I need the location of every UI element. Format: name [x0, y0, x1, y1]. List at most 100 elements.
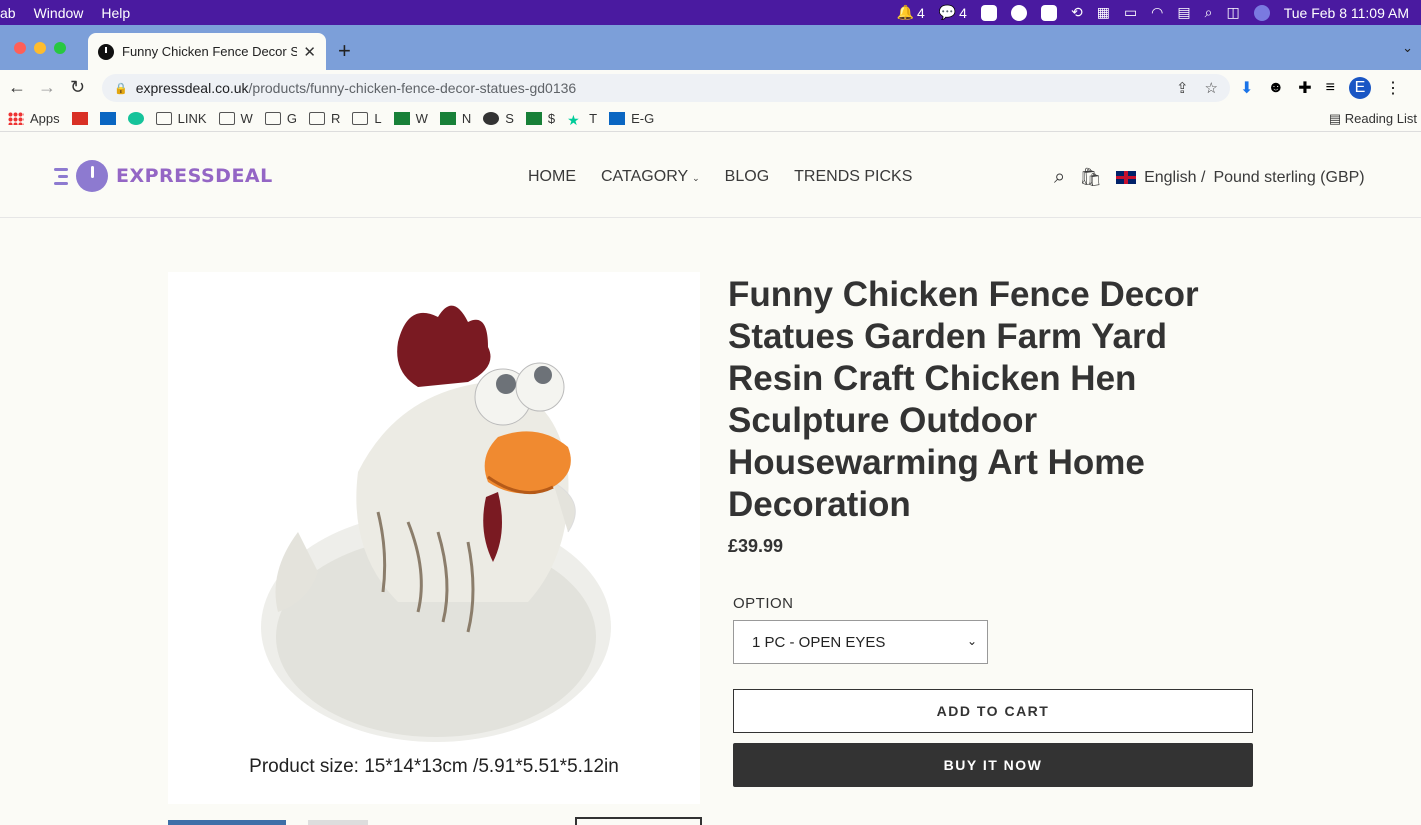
thumbnail-2[interactable]	[308, 820, 368, 825]
bookmark-sheet-w[interactable]: W	[393, 111, 428, 126]
product-price: £39.99	[728, 536, 784, 556]
siri-icon[interactable]	[1253, 4, 1270, 21]
control-center-icon[interactable]: ◫	[1226, 4, 1239, 21]
bookmark-sheet-n[interactable]: N	[439, 111, 472, 126]
url-host: expressdeal.co.uk	[135, 80, 249, 96]
profile-avatar[interactable]: E	[1349, 77, 1371, 99]
menubar-clock[interactable]: Tue Feb 8 11:09 AM	[1284, 5, 1409, 21]
site-logo[interactable]: EXPRESSDEAL	[54, 160, 273, 192]
folder-icon	[155, 112, 172, 125]
uk-flag-icon	[1116, 171, 1137, 184]
bookmark-label: N	[461, 111, 472, 126]
folder-icon	[218, 112, 235, 125]
back-arrow-icon[interactable]: ←	[8, 77, 26, 98]
share-icon[interactable]: ⇪	[1176, 79, 1189, 97]
bookmark-label: G	[286, 111, 297, 126]
bookmark-label: S	[505, 111, 514, 126]
product-image[interactable]: Product size: 15*14*13cm /5.91*5.51*5.12…	[168, 272, 700, 804]
nav-blog[interactable]: BLOG	[725, 168, 769, 186]
wifi-icon[interactable]: ◠	[1151, 4, 1163, 21]
reading-list-button[interactable]: ▤ Reading List	[1329, 111, 1417, 127]
menu-window[interactable]: Window	[34, 5, 84, 21]
logo-clock-icon	[76, 160, 108, 192]
bookmark-apps[interactable]: Apps	[8, 111, 60, 126]
language-selector[interactable]: English /	[1144, 169, 1205, 187]
thumbnail-selected[interactable]	[575, 817, 702, 825]
gmail-icon	[71, 112, 88, 125]
time-machine-icon[interactable]: ⟲	[1071, 4, 1083, 21]
bookmark-folder-w[interactable]: W	[218, 111, 253, 126]
checkmark-app-icon[interactable]	[1040, 4, 1057, 21]
outlook-icon	[609, 112, 626, 125]
bookmark-outlook[interactable]	[99, 112, 116, 125]
bookmark-star-t[interactable]: ★ T	[567, 111, 597, 128]
reading-list-label: Reading List	[1344, 111, 1417, 126]
close-window-button[interactable]	[14, 42, 26, 54]
bookmark-label: Apps	[30, 111, 60, 126]
clock-favicon-icon	[98, 43, 114, 60]
grammarly-icon	[127, 112, 144, 125]
app-status-icon[interactable]	[1010, 4, 1027, 21]
address-bar[interactable]: 🔒 expressdeal.co.uk/products/funny-chick…	[102, 74, 1230, 102]
bookmark-folder-link[interactable]: LINK	[155, 111, 207, 126]
image-caption: Product size: 15*14*13cm /5.91*5.51*5.12…	[249, 756, 619, 777]
nav-category[interactable]: CATAGORY ⌄	[601, 168, 700, 186]
battery-icon[interactable]: ▭	[1124, 4, 1137, 21]
download-extension-icon[interactable]: ⬇	[1240, 78, 1253, 98]
extension-face-icon[interactable]: ☻	[1267, 79, 1284, 97]
bookmark-outlook-eg[interactable]: E-G	[609, 111, 654, 126]
keyboard-icon[interactable]: ▤	[1177, 4, 1190, 21]
nav-trends-picks[interactable]: TRENDS PICKS	[794, 168, 912, 186]
chicken-statue-image	[261, 305, 611, 742]
option-select[interactable]: 1 PC - OPEN EYES ⌄	[733, 620, 988, 664]
extensions-puzzle-icon[interactable]: ✚	[1298, 78, 1311, 98]
star-icon: ★	[567, 112, 580, 128]
bookmark-star-icon[interactable]: ☆	[1205, 79, 1218, 97]
folder-icon	[308, 112, 325, 125]
sheets-icon	[439, 112, 456, 125]
media-queue-icon[interactable]: ≡	[1326, 79, 1335, 97]
main-nav: HOME CATAGORY ⌄ BLOG TRENDS PICKS	[528, 168, 912, 186]
zoom-window-button[interactable]	[54, 42, 66, 54]
tab-search-chevron-icon[interactable]: ⌄	[1402, 40, 1413, 56]
bookmark-globe-s[interactable]: S	[483, 111, 514, 126]
bookmark-sheet-dollar[interactable]: $	[525, 111, 555, 126]
search-icon[interactable]: ⌕	[1054, 166, 1065, 189]
spotlight-search-icon[interactable]: ⌕	[1205, 4, 1213, 21]
folder-icon	[264, 112, 281, 125]
bookmark-grammarly[interactable]	[127, 112, 144, 125]
cart-icon[interactable]: 🛍	[1079, 167, 1102, 188]
forward-arrow-icon[interactable]: →	[38, 77, 56, 98]
minimize-window-button[interactable]	[34, 42, 46, 54]
close-tab-icon[interactable]: ✕	[303, 43, 316, 61]
browser-menu-icon[interactable]: ⋮	[1385, 78, 1401, 98]
notification-bell-icon[interactable]: 🔔 4	[897, 4, 925, 21]
teamviewer-icon[interactable]	[980, 4, 997, 21]
bookmark-folder-r[interactable]: R	[308, 111, 340, 126]
bookmark-label: L	[374, 111, 382, 126]
bookmark-label: W	[240, 111, 253, 126]
menu-help[interactable]: Help	[101, 5, 130, 21]
browser-toolbar: ← → ↻ 🔒 expressdeal.co.uk/products/funny…	[0, 70, 1421, 106]
buy-it-now-button[interactable]: BUY IT NOW	[733, 743, 1253, 787]
new-tab-button[interactable]: +	[338, 38, 351, 64]
window-controls	[14, 42, 66, 54]
currency-selector[interactable]: Pound sterling (GBP)	[1213, 169, 1364, 187]
chevron-down-icon: ⌄	[692, 173, 700, 183]
thumbnail-1[interactable]	[168, 820, 286, 825]
wechat-icon[interactable]: 💬 4	[939, 4, 967, 21]
bookmark-label: W	[415, 111, 428, 126]
active-tab[interactable]: Funny Chicken Fence Decor St ✕	[88, 33, 326, 70]
bookmark-gmail[interactable]	[71, 112, 88, 125]
add-to-cart-button[interactable]: ADD TO CART	[733, 689, 1253, 733]
tab-title: Funny Chicken Fence Decor St	[122, 44, 298, 59]
bookmark-folder-l[interactable]: L	[352, 111, 382, 126]
reload-icon[interactable]: ↻	[70, 77, 85, 98]
nav-home[interactable]: HOME	[528, 168, 576, 186]
url-path: /products/funny-chicken-fence-decor-stat…	[248, 80, 577, 96]
menu-app-fragment[interactable]: ab	[0, 5, 16, 21]
option-selected-value: 1 PC - OPEN EYES	[752, 633, 886, 651]
bookmark-folder-g[interactable]: G	[264, 111, 297, 126]
lock-icon[interactable]: 🔒	[114, 82, 128, 95]
us-flag-input-icon[interactable]: ▦	[1097, 4, 1110, 21]
